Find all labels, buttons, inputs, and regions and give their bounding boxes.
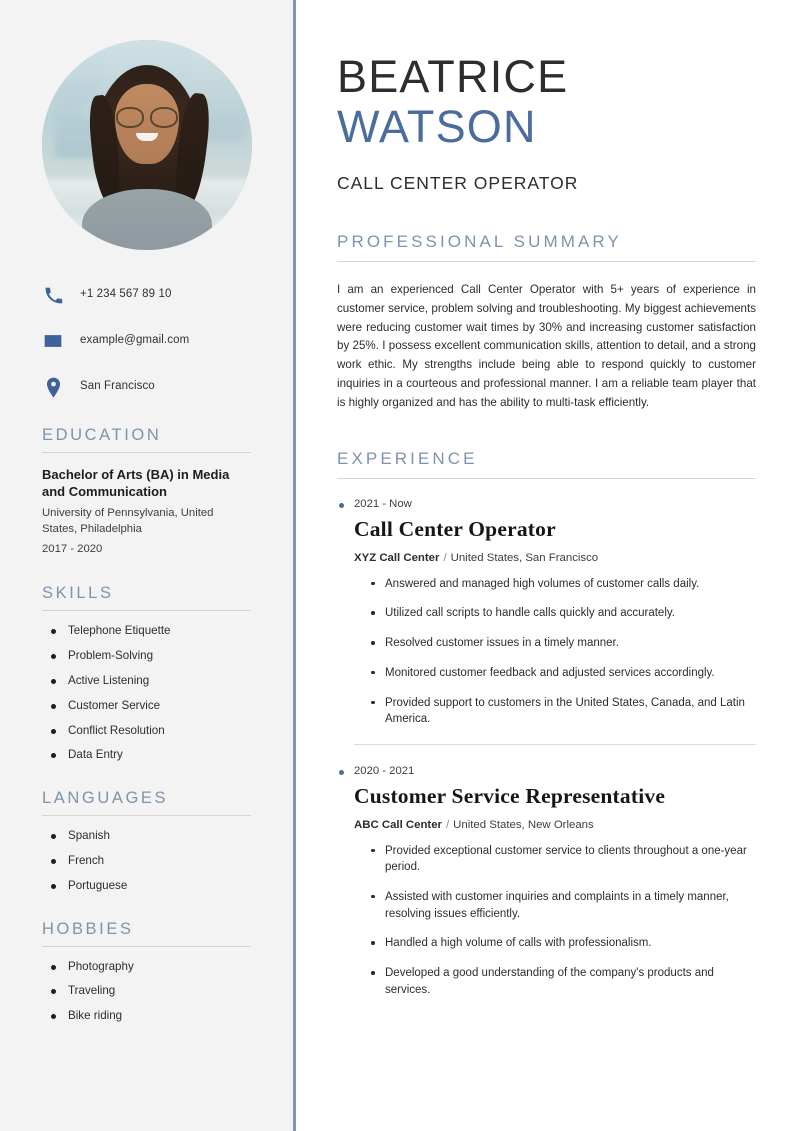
list-item: Photography [51,960,251,975]
education-heading: EDUCATION [42,426,251,453]
list-item: Utilized call scripts to handle calls qu… [371,605,756,622]
photo-torso [82,188,212,250]
list-item: Monitored customer feedback and adjusted… [371,665,756,682]
contact-phone[interactable]: +1 234 567 89 10 [42,284,251,306]
experience-location: United States, San Francisco [450,551,599,564]
list-item: Bike riding [51,1009,251,1024]
list-item: Assisted with customer inquiries and com… [371,889,756,922]
list-item: Provided exceptional customer service to… [371,843,756,876]
profile-photo [42,40,252,250]
hobbies-heading: HOBBIES [42,920,251,947]
list-item: Conflict Resolution [51,724,251,739]
section-experience: EXPERIENCE 2021 - Now Call Center Operat… [337,449,756,998]
contact-email[interactable]: example@gmail.com [42,330,251,352]
resume-page: +1 234 567 89 10 example@gmail.com San F… [0,0,800,1131]
contact-phone-value: +1 234 567 89 10 [80,288,172,301]
list-item: Handled a high volume of calls with prof… [371,935,756,952]
experience-company-line: XYZ Call Center / United States, San Franc… [354,552,756,564]
education-degree: Bachelor of Arts (BA) in Media and Commu… [42,467,230,500]
experience-company-line: ABC Call Center / United States, New Orlea… [354,819,756,831]
experience-role: Customer Service Representative [354,783,666,808]
photo-glasses [116,107,178,129]
contact-list: +1 234 567 89 10 example@gmail.com San F… [42,284,251,398]
list-item: Traveling [51,984,251,999]
experience-bullets: Provided exceptional customer service to… [337,843,756,999]
list-item: Telephone Etiquette [51,624,251,639]
list-item: Resolved customer issues in a timely man… [371,635,756,652]
skills-list: Telephone Etiquette Problem-Solving Acti… [42,624,251,763]
sidebar-divider [293,0,296,1131]
list-item: French [51,854,251,869]
section-professional-summary: PROFESSIONAL SUMMARY I am an experienced… [337,232,756,413]
experience-dates: 2021 - Now [337,498,756,510]
list-item: Portuguese [51,879,251,894]
experience-dates: 2020 - 2021 [337,765,756,777]
experience-entry: 2021 - Now Call Center Operator XYZ Call… [337,498,756,728]
list-item: Data Entry [51,748,251,763]
list-item: Provided support to customers in the Uni… [371,695,756,728]
sidebar: +1 234 567 89 10 example@gmail.com San F… [0,0,293,1131]
experience-entry: 2020 - 2021 Customer Service Representat… [337,765,756,999]
contact-email-value: example@gmail.com [80,334,190,347]
section-languages: LANGUAGES Spanish French Portuguese [42,789,251,893]
education-school: University of Pennsylvania, United State… [42,507,214,536]
experience-separator: / [445,818,450,831]
education-dates: 2017 - 2020 [42,543,103,556]
list-item: Problem-Solving [51,649,251,664]
phone-icon [42,284,64,306]
summary-heading: PROFESSIONAL SUMMARY [337,232,756,262]
list-item: Spanish [51,829,251,844]
experience-entry-divider [354,743,756,745]
languages-list: Spanish French Portuguese [42,829,251,893]
list-item: Customer Service [51,699,251,714]
languages-heading: LANGUAGES [42,789,251,817]
section-skills: SKILLS Telephone Etiquette Problem-Solvi… [42,584,251,763]
list-item: Answered and managed high volumes of cus… [371,576,756,593]
experience-company: XYZ Call Center [354,551,440,564]
summary-text: I am an experienced Call Center Operator… [337,282,756,410]
experience-bullets: Answered and managed high volumes of cus… [337,576,756,728]
last-name: WATSON [337,101,537,153]
contact-location[interactable]: San Francisco [42,376,251,398]
experience-separator: / [443,551,447,564]
envelope-icon [42,330,64,352]
contact-location-value: San Francisco [80,380,155,393]
main-content: BEATRICE WATSON CALL CENTER OPERATOR PRO… [293,0,800,1131]
experience-role: Call Center Operator [354,517,556,542]
location-pin-icon [42,376,64,398]
experience-company: ABC Call Center [354,818,442,831]
first-name: BEATRICE [337,51,569,102]
list-item: Developed a good understanding of the co… [371,965,756,998]
page-title: BEATRICE WATSON [337,51,756,153]
experience-location: United States, New Orleans [453,818,594,831]
skills-heading: SKILLS [42,584,251,612]
section-education: EDUCATION Bachelor of Arts (BA) in Media… [42,426,251,558]
experience-heading: EXPERIENCE [337,449,756,480]
hobbies-list: Photography Traveling Bike riding [42,960,251,1024]
list-item: Active Listening [51,674,251,689]
headline-job-title: CALL CENTER OPERATOR [337,172,579,193]
section-hobbies: HOBBIES Photography Traveling Bike ridin… [42,920,251,1024]
